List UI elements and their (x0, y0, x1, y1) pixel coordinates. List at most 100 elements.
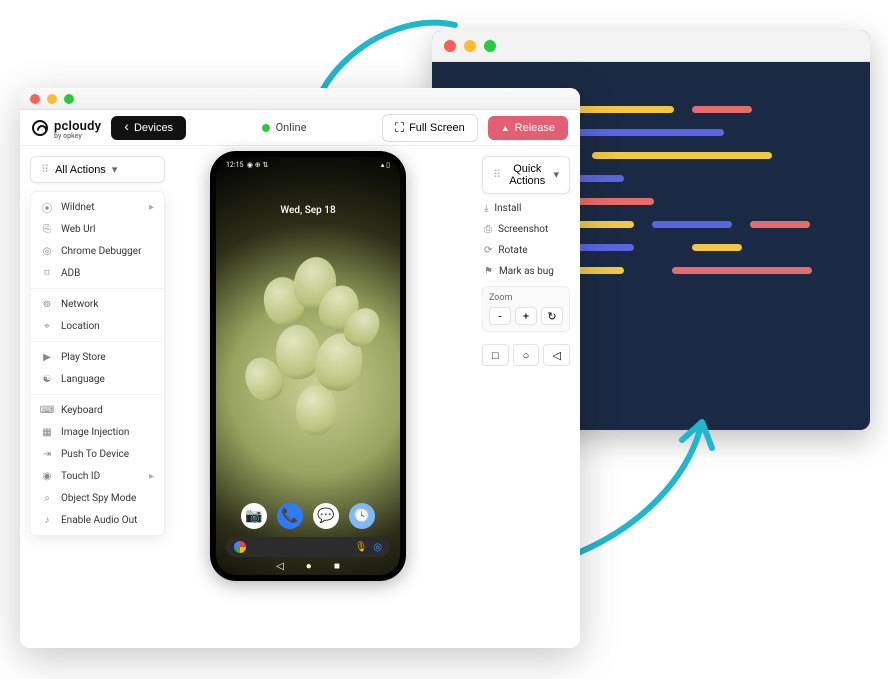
grip-icon: ⠿ (493, 169, 501, 181)
device-nav-buttons: □○◁ (482, 344, 570, 366)
quick-label: Rotate (498, 245, 527, 256)
pcloudy-window: pcloudy by opkey Devices Online Full Scr… (20, 88, 580, 648)
play-icon: ▶ (41, 351, 53, 363)
app-phone[interactable]: 📞 (277, 503, 303, 529)
close-icon[interactable] (30, 94, 40, 104)
brand-mark-icon (32, 120, 48, 136)
camera-icon: ⎙ (484, 224, 492, 235)
zoom-in-button[interactable]: + (515, 307, 537, 325)
quick-actions-list: ⤓Install ⎙ Screenshot ⟳ Rotate ⚑ Mark as bug (482, 200, 570, 280)
quick-actions-label: Quick Actions (507, 163, 547, 187)
status-right-icons: ▴ ▯ (381, 161, 390, 169)
pin-icon: ⌖ (41, 320, 53, 332)
minimize-icon[interactable] (47, 94, 57, 104)
action-label: ADB (61, 268, 80, 279)
app-clock[interactable]: 🕓 (349, 503, 375, 529)
android-nav: ◁ ● ■ (216, 561, 400, 572)
device-screen[interactable]: 12:15 ◉ ⊕ ⇅ ▴ ▯ Wed, Sep 18 📷📞💬🕓 (216, 157, 400, 575)
action-enable-audio-out[interactable]: ♪Enable Audio Out (31, 509, 164, 531)
keyboard-icon: ⌨ (41, 404, 53, 416)
google-search-bar[interactable]: 🎙 ◎ (226, 537, 390, 557)
all-actions-label: All Actions (55, 164, 106, 176)
quick-screenshot[interactable]: ⎙ Screenshot (482, 221, 570, 238)
action-wildnet[interactable]: ⦿ Wildnet ▸ (31, 196, 164, 218)
bug-icon: ⚑ (484, 266, 493, 277)
close-icon[interactable] (444, 40, 456, 52)
all-actions: ⠿ All Actions ▾ ⦿ Wildnet ▸ ⎘ Web Url ◎Chrome… (30, 156, 165, 536)
quick-rotate[interactable]: ⟳ Rotate (482, 242, 570, 259)
mic-icon: 🎙 (355, 542, 368, 553)
nav-recent-icon[interactable]: ■ (334, 561, 340, 572)
quick-actions: ⠿ Quick Actions ▾ ⤓Install ⎙ Screenshot ⟳ Ro… (482, 156, 570, 366)
action-label: Wildnet (61, 202, 94, 213)
code-window-titlebar (432, 30, 870, 62)
action-label: Touch ID (61, 471, 100, 482)
zoom-out-button[interactable]: - (489, 307, 511, 325)
release-icon (501, 122, 510, 134)
chrome-icon: ◎ (41, 245, 53, 257)
online-label: Online (276, 121, 307, 134)
devices-label: Devices (134, 122, 173, 134)
image-icon: ▦ (41, 426, 53, 438)
action-network[interactable]: ⊚Network (31, 293, 164, 315)
rotate-icon: ⟳ (484, 245, 492, 256)
release-label: Release (515, 122, 555, 134)
quick-install[interactable]: ⤓Install (482, 200, 570, 217)
all-actions-dropdown[interactable]: ⠿ All Actions ▾ (30, 156, 165, 183)
action-web-url[interactable]: ⎘ Web Url (31, 218, 164, 240)
recent-button[interactable]: □ (482, 344, 509, 366)
chevron-right-icon: ▸ (149, 202, 154, 213)
globe-icon: ⦿ (41, 201, 53, 213)
quick-label: Screenshot (498, 224, 548, 235)
link-icon: ⎘ (41, 223, 53, 235)
google-icon (234, 541, 246, 553)
push-icon: ⇥ (41, 448, 53, 460)
action-push-to-device[interactable]: ⇥Push To Device (31, 443, 164, 465)
action-label: Network (61, 299, 98, 310)
terminal-icon: ⌑ (41, 267, 53, 279)
action-object-spy-mode[interactable]: ⌕Object Spy Mode (31, 487, 164, 509)
action-label: Enable Audio Out (61, 515, 137, 526)
quick-label: Install (494, 203, 521, 214)
action-label: Location (61, 321, 100, 332)
action-chrome-debugger[interactable]: ◎Chrome Debugger (31, 240, 164, 262)
action-label: Image Injection (61, 427, 129, 438)
zoom-label: Zoom (489, 293, 563, 303)
home-button[interactable]: ○ (513, 344, 540, 366)
device-frame: 12:15 ◉ ⊕ ⇅ ▴ ▯ Wed, Sep 18 📷📞💬🕓 (210, 151, 406, 581)
toolbar: pcloudy by opkey Devices Online Full Scr… (20, 110, 580, 146)
action-location[interactable]: ⌖ Location (31, 315, 164, 337)
finger-icon: ◉ (41, 470, 53, 482)
action-label: Keyboard (61, 405, 103, 416)
quick-mark-as-bug[interactable]: ⚑ Mark as bug (482, 263, 570, 280)
action-play-store[interactable]: ▶Play Store (31, 346, 164, 368)
quick-label: Mark as bug (499, 266, 554, 277)
action-keyboard[interactable]: ⌨ Keyboard (31, 399, 164, 421)
action-touch-id[interactable]: ◉ Touch ID ▸ (31, 465, 164, 487)
back-button[interactable]: ◁ (543, 344, 570, 366)
lens-icon: ◎ (373, 542, 382, 553)
devices-button[interactable]: Devices (111, 116, 186, 140)
status-bar: 12:15 ◉ ⊕ ⇅ ▴ ▯ (216, 161, 400, 169)
status-time: 12:15 (226, 161, 243, 169)
action-language[interactable]: ☯Language (31, 368, 164, 390)
fullscreen-icon (395, 120, 404, 136)
brand-logo: pcloudy by opkey (32, 115, 101, 140)
action-label: Web Url (61, 224, 95, 235)
app-chat[interactable]: 💬 (313, 503, 339, 529)
fullscreen-button[interactable]: Full Screen (382, 114, 478, 142)
zoom-reset-button[interactable]: ↻ (541, 307, 563, 325)
action-adb[interactable]: ⌑ ADB (31, 262, 164, 284)
lang-icon: ☯ (41, 373, 53, 385)
action-image-injection[interactable]: ▦ Image Injection (31, 421, 164, 443)
nav-home-icon[interactable]: ● (306, 561, 312, 572)
chevron-right-icon: ▸ (149, 471, 154, 482)
status-left-icons: ◉ ⊕ ⇅ (247, 161, 268, 169)
minimize-icon[interactable] (464, 40, 476, 52)
zoom-icon[interactable] (484, 40, 496, 52)
quick-actions-dropdown[interactable]: ⠿ Quick Actions ▾ (482, 156, 570, 194)
release-button[interactable]: Release (488, 116, 568, 140)
zoom-icon[interactable] (64, 94, 74, 104)
app-camera[interactable]: 📷 (241, 503, 267, 529)
nav-back-icon[interactable]: ◁ (276, 561, 284, 572)
